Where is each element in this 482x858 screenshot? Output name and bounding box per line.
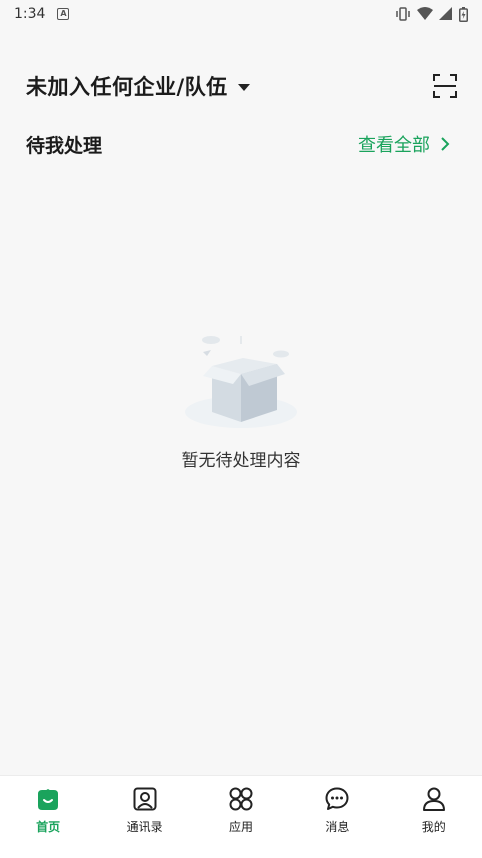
empty-state-text: 暂无待处理内容	[181, 451, 301, 471]
empty-state: 暂无待处理内容	[0, 330, 482, 471]
tab-label: 我的	[421, 820, 446, 834]
status-bar: 1:34 A	[0, 0, 482, 28]
status-left: 1:34 A	[14, 6, 70, 22]
section-title: 待我处理	[26, 134, 103, 157]
vibrate-icon	[396, 7, 410, 21]
scan-icon	[433, 74, 457, 98]
scan-button[interactable]	[432, 73, 458, 99]
home-icon	[38, 789, 59, 810]
tab-label: 消息	[325, 820, 350, 834]
status-right	[395, 6, 468, 22]
wifi-icon	[417, 7, 433, 20]
tab-contacts[interactable]: 通讯录	[105, 786, 185, 835]
view-all-link[interactable]: 查看全部	[358, 131, 450, 157]
caret-down-icon	[237, 83, 250, 91]
apps-icon	[229, 787, 253, 811]
profile-icon	[422, 787, 445, 811]
chevron-right-icon	[441, 137, 450, 151]
tab-apps[interactable]: 应用	[201, 786, 281, 835]
tab-home[interactable]: 首页	[8, 786, 88, 835]
tab-label: 首页	[36, 820, 61, 834]
empty-box-illustration	[185, 336, 297, 428]
tab-messages[interactable]: 消息	[297, 786, 377, 835]
battery-icon	[459, 6, 468, 22]
message-icon	[325, 787, 349, 810]
contacts-icon	[133, 787, 157, 811]
tab-label: 应用	[228, 820, 253, 834]
org-title: 未加入任何企业/队伍	[26, 75, 228, 99]
pending-section-header: 待我处理 查看全部	[26, 128, 450, 160]
tab-label: 通讯录	[126, 820, 163, 834]
signal-icon	[439, 7, 452, 20]
tab-profile[interactable]: 我的	[394, 786, 474, 835]
status-time: 1:34	[14, 6, 46, 22]
view-all-label: 查看全部	[358, 135, 430, 156]
notification-icon: A	[57, 8, 70, 20]
bottom-tab-bar: 首页 通讯录 应用 消息 我的	[0, 775, 482, 858]
org-selector[interactable]: 未加入任何企业/队伍	[26, 71, 250, 101]
header: 未加入任何企业/队伍	[26, 66, 458, 106]
